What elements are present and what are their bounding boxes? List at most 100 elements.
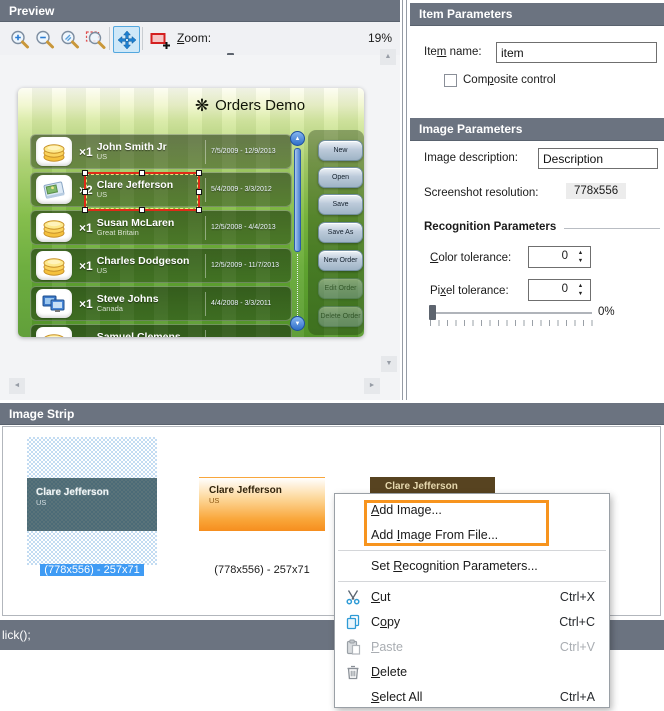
menu-item-delete[interactable]: Delete [335,659,609,684]
menu-item-copy[interactable]: Copy Ctrl+C [335,609,609,634]
order-customer: Charles Dodgeson US [96,255,190,276]
orders-logo-icon: ❋ [194,96,210,115]
orders-demo-screenshot: ❋ Orders Demo ×1 John Smith Jr US 7/5/2009 -… [18,88,364,337]
panel-splitter[interactable] [406,0,407,400]
zoom-in-icon[interactable] [6,26,33,53]
preview-panel-header: Preview [0,0,400,22]
selection-rect[interactable] [82,170,202,213]
capture-image-icon[interactable] [146,26,173,53]
paste-icon [335,639,371,655]
zoom-out-icon[interactable] [31,26,58,53]
thumbnail-caption: (778x556) - 257x71 [214,564,310,576]
scroll-right-icon[interactable]: ► [364,378,380,394]
order-row: ×2Samuel ClemensUS12/12/2009 - 2/2/2013 [30,324,292,337]
composite-control-label: Composite control [463,74,556,86]
panel-splitter[interactable] [402,0,403,400]
list-scrollbar-thumb [294,148,301,252]
color-tolerance-label: Color tolerance: [430,252,512,264]
thumbnail-caption-selected: (778x556) - 257x71 [27,562,157,580]
toolbar-separator [142,27,143,50]
preview-canvas: ❋ Orders Demo ×1 John Smith Jr US 7/5/2009 -… [0,49,400,400]
composite-control-checkbox[interactable] [444,74,457,87]
app-button-save-as: Save As [318,222,363,243]
selection-handle-ne[interactable] [196,170,202,176]
order-quantity: ×1 [79,220,93,235]
tolerance-percent-value: 0% [598,306,615,318]
menu-item-cut[interactable]: Cut Ctrl+X [335,584,609,609]
selection-handle-w[interactable] [82,188,88,195]
menu-item-select-all[interactable]: Select All Ctrl+A [335,684,609,709]
menu-item-add-image-from-file[interactable]: Add Image From File... [335,522,609,547]
thumbnail-selected[interactable]: Clare Jefferson US [27,437,157,565]
coins-icon [36,251,72,280]
orders-list: ×1John Smith JrUS7/5/2009 - 12/9/2013 ×2 C… [30,134,292,337]
app-button-new-order: New Order [318,250,363,271]
thumbnail-orange[interactable]: Clare Jefferson US [199,477,325,531]
coins-icon [36,327,72,337]
order-quantity: ×1 [79,144,93,159]
item-name-input[interactable] [496,42,657,63]
code-text: lick(); [2,628,31,642]
coins-icon [36,137,72,166]
image-parameters-header: Image Parameters [410,118,664,141]
scroll-left-icon[interactable]: ◄ [9,378,25,394]
book-icon [36,175,72,204]
spin-down-icon[interactable]: ▼ [574,291,587,298]
app-button-save: Save [318,194,363,215]
order-quantity: ×2 [79,335,93,338]
delete-icon [335,664,371,680]
order-row: ×1 Steve Johns Canada 4/4/2008 - 3/3/2011 [30,286,292,321]
selection-handle-sw[interactable] [82,207,88,213]
coins-icon [36,213,72,242]
item-name-label: Item name: [424,46,482,58]
order-dates: 12/5/2008 - 4/4/2013 [211,224,276,231]
image-description-label: Image description: [424,152,518,164]
selection-handle-nw[interactable] [82,170,88,176]
list-scrollbar-track [297,254,299,316]
order-dates: 7/5/2009 - 12/9/2013 [211,148,276,155]
thumbnail-image: Clare Jefferson US [27,478,157,531]
selection-handle-s[interactable] [139,207,145,213]
order-customer: Samuel ClemensUS [97,331,193,337]
order-dates: 5/4/2009 - 3/3/2012 [211,186,272,193]
image-description-input[interactable] [538,148,658,169]
scroll-up-icon[interactable]: ▲ [380,49,396,65]
pixel-tolerance-spinner[interactable]: 0 ▲ ▼ [528,279,591,301]
order-dates: 4/4/2008 - 3/3/2011 [211,300,272,307]
selection-handle-n[interactable] [139,170,145,176]
zoom-percent-value: 19% [367,31,392,45]
tolerance-slider-handle[interactable] [429,305,436,320]
app-button-open: Open [318,167,363,188]
order-customer: Steve Johns Canada [96,293,159,314]
app-button-new: New [318,140,363,161]
list-scroll-up-icon: ▲ [290,131,305,146]
spin-down-icon[interactable]: ▼ [574,258,587,265]
toolbar-separator [109,27,110,50]
zoom-selection-icon[interactable] [82,26,109,53]
fit-to-screen-icon[interactable] [113,26,140,53]
screenshot-resolution-label: Screenshot resolution: [424,187,539,199]
zoom-actual-icon[interactable] [56,26,83,53]
selection-handle-e[interactable] [196,188,202,195]
app-button-delete-order: Delete Order [318,306,363,327]
color-tolerance-spinner[interactable]: 0 ▲ ▼ [528,246,591,268]
menu-item-add-image[interactable]: Add Image... [335,497,609,522]
pixel-tolerance-label: Pixel tolerance: [430,285,509,297]
tolerance-slider-ticks [430,320,593,326]
selection-handle-se[interactable] [196,207,202,213]
order-row: ×1 Susan McLaren Great Britain 12/5/2008 - … [30,210,292,245]
order-row: ×1 John Smith Jr US 7/5/2009 - 12/9/2013 [30,134,292,169]
spin-up-icon[interactable]: ▲ [574,250,587,257]
context-menu: Add Image... Add Image From File... Set Re… [334,493,610,708]
screen: Preview Zoom: 19% ❋ Orders Demo ×1 John Sm… [0,0,664,711]
menu-item-paste: Paste Ctrl+V [335,634,609,659]
preview-title: Preview [9,4,55,18]
order-customer: Susan McLaren Great Britain [96,217,175,238]
tolerance-slider-track[interactable] [430,312,592,314]
order-row: ×1 Charles Dodgeson US 12/5/2009 - 11/7/201… [30,248,292,283]
menu-item-set-recognition-parameters[interactable]: Set Recognition Parameters... [335,553,609,578]
image-strip-header: Image Strip [0,403,664,425]
scroll-down-icon[interactable]: ▼ [381,356,397,372]
spin-up-icon[interactable]: ▲ [574,283,587,290]
app-title: ❋ Orders Demo [194,96,306,115]
